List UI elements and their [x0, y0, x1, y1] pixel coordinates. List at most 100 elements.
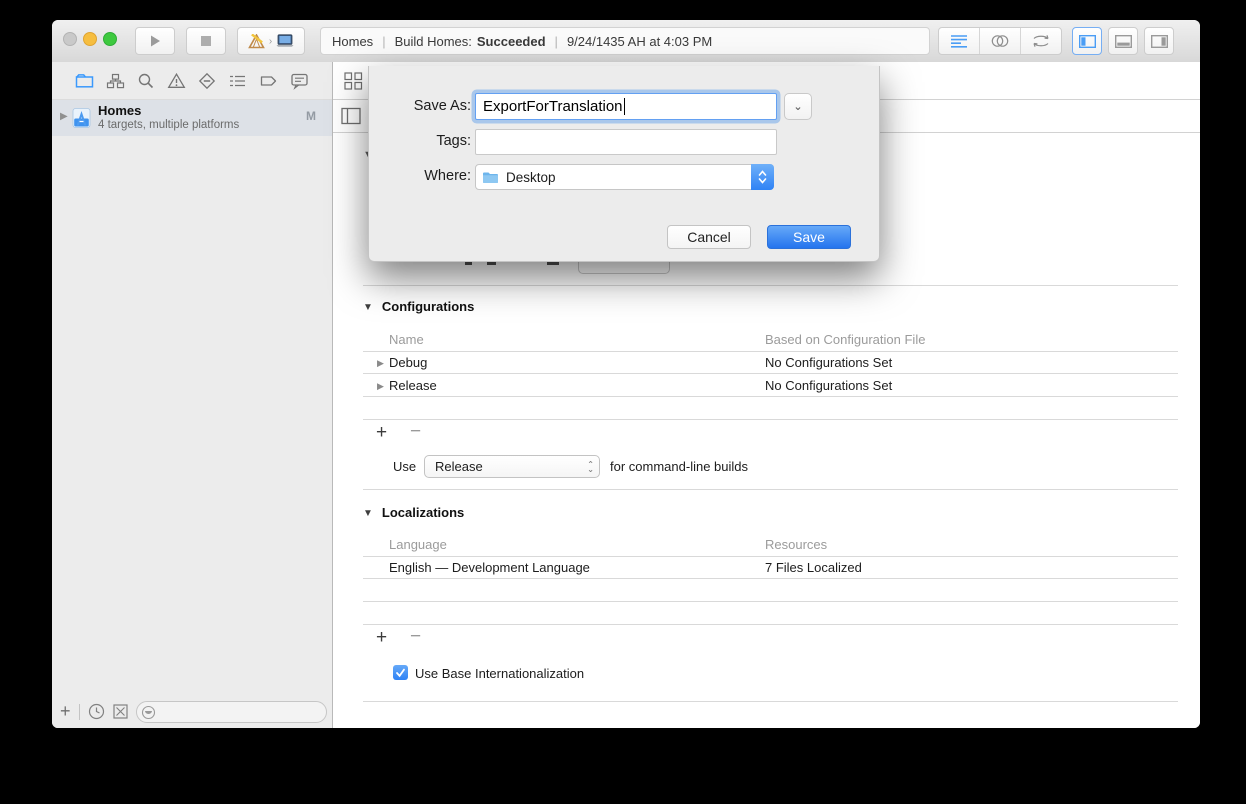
filter-input[interactable] — [136, 701, 327, 723]
separator — [363, 601, 1178, 602]
column-header-name: Name — [389, 332, 424, 347]
editor-mode-group — [938, 27, 1062, 55]
remove-localization-button[interactable]: − — [410, 627, 421, 646]
remove-configuration-button[interactable]: − — [410, 422, 421, 441]
filter-icon — [141, 705, 156, 720]
project-navigator-tab[interactable] — [75, 72, 94, 90]
column-header-file: Based on Configuration File — [765, 332, 926, 347]
config-row-file[interactable]: No Configurations Set — [765, 355, 892, 370]
expand-sheet-button[interactable]: ⌄ — [784, 93, 812, 120]
where-label: Where: — [424, 168, 471, 184]
section-title: Localizations — [381, 505, 465, 520]
stop-button[interactable] — [186, 27, 226, 55]
where-stepper-icon — [751, 164, 774, 190]
localization-row-language[interactable]: English — Development Language — [389, 560, 590, 575]
toggle-utilities-button[interactable] — [1144, 27, 1174, 55]
modified-badge: M — [306, 109, 316, 123]
scheme-selector[interactable]: › — [237, 27, 305, 55]
project-subtitle: 4 targets, multiple platforms — [98, 119, 240, 131]
add-localization-button[interactable]: + — [376, 628, 387, 647]
cancel-button[interactable]: Cancel — [667, 225, 751, 249]
section-title: Configurations — [381, 299, 475, 314]
base-internationalization-label: Use Base Internationalization — [415, 666, 585, 681]
base-internationalization-checkbox[interactable] — [393, 665, 408, 680]
close-window-button[interactable] — [63, 32, 77, 46]
zoom-window-button[interactable] — [103, 32, 117, 46]
popup-value: Release — [435, 459, 483, 474]
config-row-name[interactable]: Release — [389, 378, 437, 393]
recent-files-clock-icon[interactable] — [88, 703, 105, 720]
assistant-editor-button[interactable] — [980, 28, 1021, 54]
localizations-section-header[interactable]: ▼ Localizations — [363, 505, 464, 520]
find-navigator-tab[interactable] — [137, 72, 155, 90]
toggle-debug-area-button[interactable] — [1108, 27, 1138, 55]
separator — [363, 556, 1178, 557]
stop-icon — [200, 35, 212, 47]
column-header-resources: Resources — [765, 537, 828, 552]
tags-input[interactable] — [475, 129, 777, 155]
project-row[interactable]: ▶ Homes 4 targets, multiple platforms M — [52, 100, 332, 136]
hidden-text-fragment — [465, 262, 472, 265]
utilities-panel-icon — [1150, 34, 1168, 48]
version-editor-icon — [1030, 33, 1052, 49]
related-items-icon[interactable] — [343, 71, 364, 91]
divider — [79, 704, 80, 720]
report-navigator-tab[interactable] — [290, 72, 309, 90]
column-header-language: Language — [389, 537, 447, 552]
separator — [363, 419, 1178, 420]
use-label: Use — [393, 459, 417, 474]
assistant-editor-icon — [989, 33, 1011, 49]
separator — [363, 578, 1178, 579]
project-file-icon — [72, 108, 91, 128]
status-timestamp: 9/24/1435 AH at 4:03 PM — [566, 33, 713, 49]
save-as-input[interactable]: ExportForTranslation — [475, 93, 777, 120]
navigator-panel-icon — [1078, 34, 1096, 48]
row-disclosure-icon[interactable]: ▶ — [377, 358, 384, 369]
section-disclosure-icon[interactable]: ▼ — [363, 508, 373, 519]
disclosure-triangle-icon[interactable]: ▶ — [60, 111, 68, 122]
config-row-file[interactable]: No Configurations Set — [765, 378, 892, 393]
standard-editor-icon — [949, 33, 969, 49]
separator — [363, 285, 1178, 286]
play-icon — [148, 34, 162, 48]
status-divider2: | — [554, 33, 558, 49]
minimize-window-button[interactable] — [83, 32, 97, 46]
config-row-name[interactable]: Debug — [389, 355, 427, 370]
folder-icon — [482, 171, 499, 184]
toggle-navigator-button[interactable] — [1072, 27, 1102, 55]
navigator-sidebar: ▶ Homes 4 targets, multiple platforms M … — [52, 62, 333, 728]
debug-navigator-tab[interactable] — [228, 72, 247, 90]
configurations-section-header[interactable]: ▼ Configurations — [363, 299, 474, 314]
unsaved-files-icon[interactable] — [112, 703, 129, 720]
where-popup[interactable]: Desktop — [475, 164, 774, 190]
save-sheet-dialog: Save As: ExportForTranslation ⌄ Tags: Wh… — [368, 66, 880, 262]
separator — [363, 624, 1178, 625]
navigator-tab-bar — [52, 62, 332, 100]
status-build-prefix: Build Homes: — [394, 33, 472, 49]
hidden-text-fragment — [547, 262, 559, 265]
cancel-button-label: Cancel — [687, 229, 731, 245]
add-icon[interactable]: + — [60, 701, 71, 722]
navigator-filter-bar: + — [52, 697, 332, 728]
text-caret — [623, 98, 625, 115]
run-button[interactable] — [135, 27, 175, 55]
command-line-config-popup[interactable]: Release ⌃ ⌄ — [424, 455, 600, 478]
save-button-label: Save — [793, 229, 825, 245]
chevron-down-icon: ⌄ — [793, 101, 803, 113]
popup-stepper-icon: ⌃ ⌄ — [587, 459, 594, 474]
hide-sidebar-icon[interactable] — [340, 106, 362, 126]
symbol-navigator-tab[interactable] — [106, 72, 125, 90]
row-disclosure-icon[interactable]: ▶ — [377, 381, 384, 392]
separator — [363, 351, 1178, 352]
add-configuration-button[interactable]: + — [376, 423, 387, 442]
issue-navigator-tab[interactable] — [167, 72, 186, 90]
test-navigator-tab[interactable] — [198, 72, 216, 90]
standard-editor-button[interactable] — [939, 28, 980, 54]
version-editor-button[interactable] — [1021, 28, 1061, 54]
localization-row-resources[interactable]: 7 Files Localized — [765, 560, 862, 575]
save-button[interactable]: Save — [767, 225, 851, 249]
breakpoint-navigator-tab[interactable] — [259, 72, 278, 90]
section-disclosure-icon[interactable]: ▼ — [363, 302, 373, 313]
hidden-text-fragment — [487, 262, 496, 265]
separator — [363, 396, 1178, 397]
